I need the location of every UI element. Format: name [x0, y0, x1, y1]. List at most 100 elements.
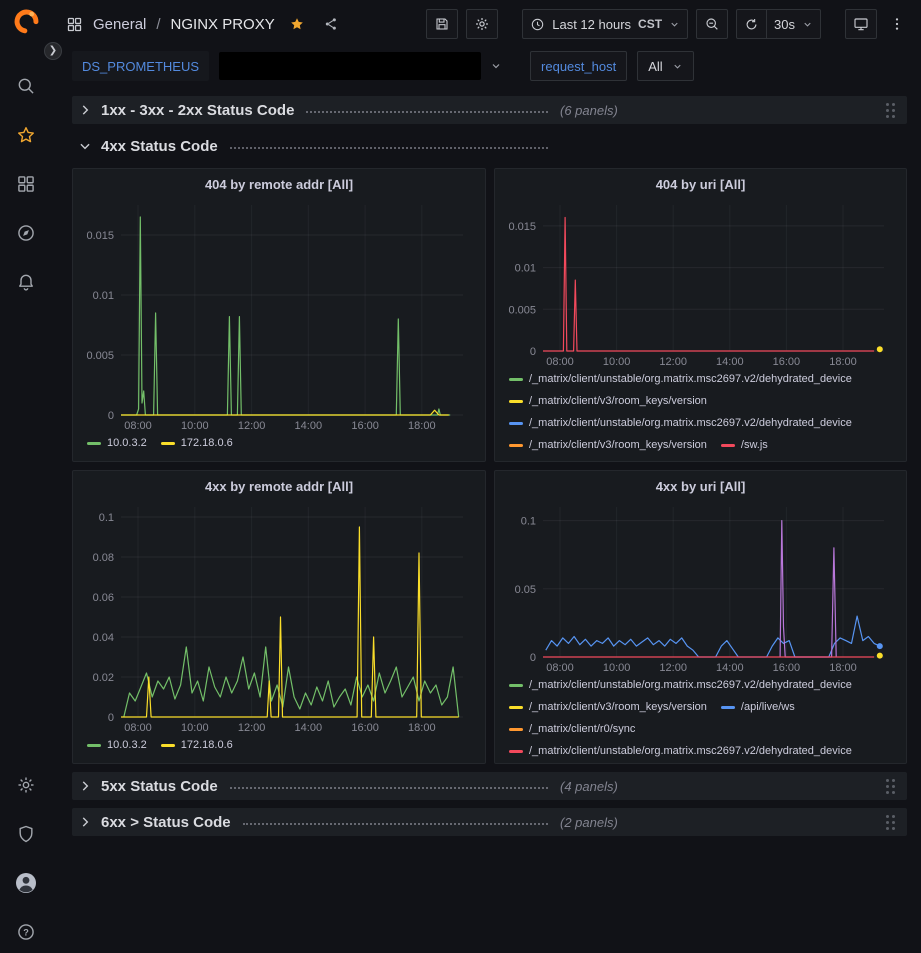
avatar — [14, 871, 38, 895]
legend-swatch — [509, 422, 523, 425]
svg-text:0.08: 0.08 — [93, 552, 114, 564]
share-dashboard-button[interactable] — [323, 16, 339, 32]
dashboard-toolbar: General / NGINX PROXY — [52, 0, 921, 48]
zoom-out-icon — [704, 16, 720, 32]
panel-title[interactable]: 4xx by remote addr [All] — [81, 475, 477, 499]
refresh-button-group: 30s — [736, 9, 821, 39]
legend-label: /api/live/ws — [741, 701, 795, 713]
svg-text:0: 0 — [530, 652, 536, 664]
legend-item[interactable]: 172.18.0.6 — [161, 434, 233, 452]
timezone-label: CST — [638, 17, 662, 31]
legend-item[interactable]: 10.0.3.2 — [87, 434, 147, 452]
panel-title[interactable]: 404 by remote addr [All] — [81, 173, 477, 197]
legend-item[interactable]: /_matrix/client/v3/room_keys/version — [509, 436, 707, 454]
svg-text:08:00: 08:00 — [124, 420, 152, 432]
zoom-out-time-button[interactable] — [696, 9, 728, 39]
legend-item[interactable]: /sw.js — [721, 436, 768, 454]
legend-item[interactable]: /_matrix/client/v3/room_keys/version — [509, 392, 707, 410]
dashboard-row-5xx[interactable]: 5xx Status Code (4 panels) — [72, 772, 907, 800]
sidebar-top-group — [8, 10, 44, 293]
dashboard-row-4xx[interactable]: 4xx Status Code — [72, 132, 907, 160]
row-title: 6xx > Status Code — [101, 814, 231, 831]
dashboard-row-1xx-3xx-2xx[interactable]: 1xx - 3xx - 2xx Status Code (6 panels) — [72, 96, 907, 124]
refresh-icon — [744, 17, 759, 32]
refresh-button[interactable] — [736, 9, 767, 39]
legend-swatch — [161, 442, 175, 445]
request-host-select[interactable]: All — [637, 51, 693, 81]
row-drag-handle[interactable] — [885, 814, 897, 830]
legend-swatch — [509, 684, 523, 687]
sidebar-item-help[interactable]: ? — [8, 921, 44, 943]
panel-title[interactable]: 404 by uri [All] — [503, 173, 898, 197]
svg-text:14:00: 14:00 — [295, 722, 323, 734]
sidebar-expand-button[interactable]: ❯ — [44, 42, 62, 60]
timeseries-chart-4xx-by-uri[interactable]: 08:0010:0012:0014:0016:0018:0000.050.1 — [503, 499, 898, 674]
grafana-logo[interactable] — [8, 10, 44, 32]
panel-404-by-uri: 404 by uri [All] 08:0010:0012:0014:0016:… — [494, 168, 907, 462]
legend-label: /_matrix/client/v3/room_keys/version — [529, 439, 707, 451]
legend-item[interactable]: /_matrix/client/unstable/org.matrix.msc2… — [509, 676, 852, 694]
legend-swatch — [509, 750, 523, 753]
dashboard-row-6xx[interactable]: 6xx > Status Code (2 panels) — [72, 808, 907, 836]
timeseries-chart-404-by-uri[interactable]: 08:0010:0012:0014:0016:0018:0000.0050.01… — [503, 197, 898, 368]
svg-text:10:00: 10:00 — [181, 420, 209, 432]
more-menu-button[interactable] — [885, 9, 909, 39]
timeseries-chart-404-by-remote-addr[interactable]: 08:0010:0012:0014:0016:0018:0000.0050.01… — [81, 197, 477, 432]
sidebar-bottom-group: ? — [8, 774, 44, 943]
legend-swatch — [87, 744, 101, 747]
sidebar-item-server-admin[interactable] — [8, 823, 44, 845]
panel-4xx-by-remote-addr: 4xx by remote addr [All] 08:0010:0012:00… — [72, 470, 486, 764]
legend-item[interactable]: /api/live/ws — [721, 698, 795, 716]
svg-text:12:00: 12:00 — [238, 420, 266, 432]
refresh-interval-dropdown[interactable]: 30s — [767, 9, 821, 39]
breadcrumb-folder[interactable]: General — [93, 16, 146, 33]
chevron-right-icon — [78, 815, 94, 829]
legend-item[interactable]: /_matrix/client/unstable/org.matrix.msc2… — [509, 414, 852, 432]
legend-item[interactable]: /_matrix/client/r0/sync — [509, 720, 635, 738]
svg-text:0.015: 0.015 — [508, 221, 536, 233]
row-title: 5xx Status Code — [101, 778, 218, 795]
datasource-select[interactable] — [219, 52, 502, 80]
chevron-down-icon — [672, 61, 683, 72]
sidebar-item-explore[interactable] — [8, 222, 44, 244]
panel-legend: /_matrix/client/unstable/org.matrix.msc2… — [503, 368, 898, 456]
sidebar-item-configuration[interactable] — [8, 774, 44, 796]
sidebar-item-search[interactable] — [8, 75, 44, 97]
sidebar-item-alerting[interactable] — [8, 271, 44, 293]
legend-item[interactable]: /_matrix/client/v3/room_keys/version — [509, 698, 707, 716]
panel-title[interactable]: 4xx by uri [All] — [503, 475, 898, 499]
svg-text:0.005: 0.005 — [508, 304, 536, 316]
timeseries-chart-4xx-by-remote-addr[interactable]: 08:0010:0012:0014:0016:0018:0000.020.040… — [81, 499, 477, 734]
row-dotted-line — [243, 823, 548, 825]
legend-item[interactable]: /_matrix/client/unstable/org.matrix.msc2… — [509, 742, 852, 758]
svg-text:0: 0 — [108, 410, 114, 422]
row-drag-handle[interactable] — [885, 778, 897, 794]
star-dashboard-button[interactable] — [289, 16, 305, 32]
svg-text:10:00: 10:00 — [181, 722, 209, 734]
sidebar-item-starred[interactable] — [8, 124, 44, 146]
legend-item[interactable]: /_matrix/client/unstable/org.matrix.msc2… — [509, 370, 852, 388]
legend-item[interactable]: 10.0.3.2 — [87, 736, 147, 754]
share-icon — [323, 16, 339, 32]
row-drag-handle[interactable] — [885, 102, 897, 118]
tv-mode-button[interactable] — [845, 9, 877, 39]
time-range-picker[interactable]: Last 12 hours CST — [522, 9, 688, 39]
svg-text:12:00: 12:00 — [659, 356, 687, 368]
kebab-icon — [889, 16, 905, 32]
breadcrumb-separator: / — [156, 16, 160, 33]
sidebar-item-dashboards[interactable] — [8, 173, 44, 195]
legend-label: /_matrix/client/v3/room_keys/version — [529, 395, 707, 407]
chevron-down-icon — [669, 19, 680, 30]
star-filled-icon — [289, 16, 305, 32]
legend-item[interactable]: 172.18.0.6 — [161, 736, 233, 754]
svg-text:12:00: 12:00 — [238, 722, 266, 734]
legend-label: /_matrix/client/v3/room_keys/version — [529, 701, 707, 713]
save-dashboard-button[interactable] — [426, 9, 458, 39]
legend-swatch — [721, 706, 735, 709]
sidebar-item-profile[interactable] — [8, 872, 44, 894]
legend-swatch — [721, 444, 735, 447]
time-range-label: Last 12 hours — [552, 17, 631, 32]
dashboard-settings-button[interactable] — [466, 9, 498, 39]
legend-label: 172.18.0.6 — [181, 739, 233, 751]
svg-text:10:00: 10:00 — [603, 662, 631, 674]
